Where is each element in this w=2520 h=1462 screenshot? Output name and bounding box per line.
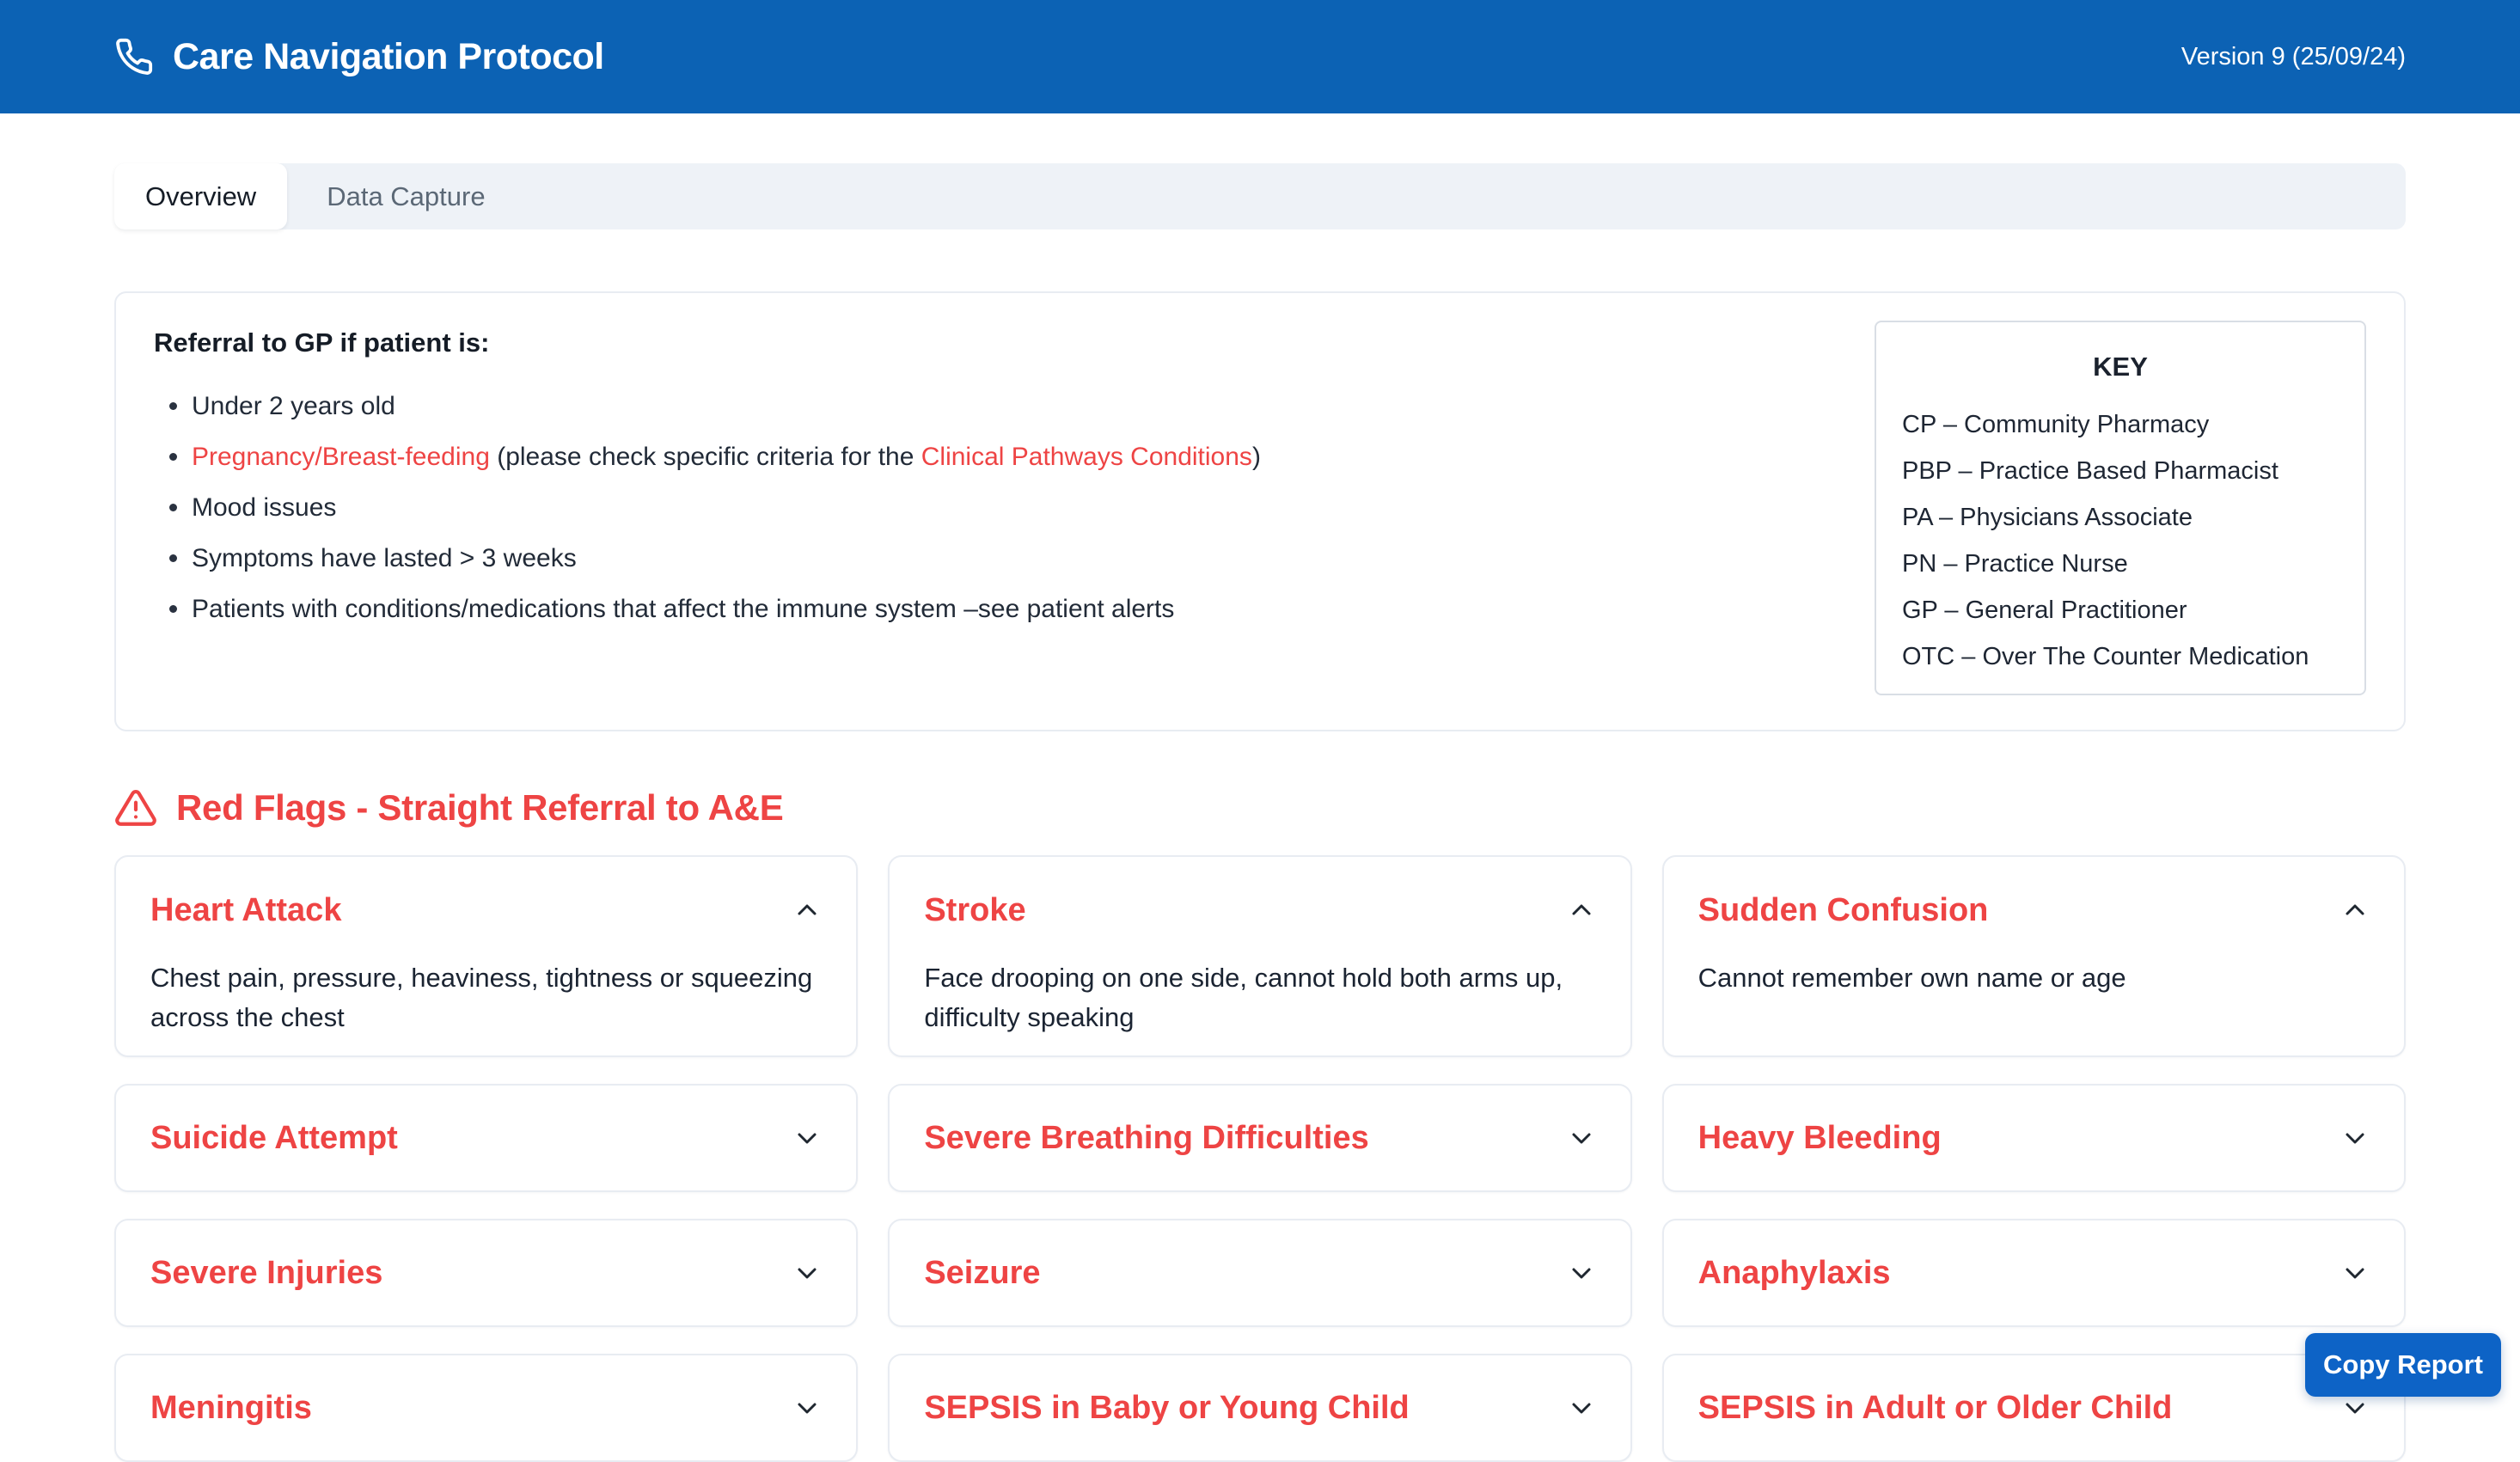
referral-item-text: Patients with conditions/medications tha… xyxy=(192,595,1174,623)
card-stroke: Stroke Face drooping on one side, cannot… xyxy=(888,855,1631,1057)
card-anaphylaxis: Anaphylaxis xyxy=(1662,1219,2406,1327)
card-title: Seizure xyxy=(924,1254,1040,1292)
red-flags-cards-grid: Heart Attack Chest pain, pressure, heavi… xyxy=(114,855,2406,1462)
tab-data-capture[interactable]: Data Capture xyxy=(287,163,524,229)
card-title: Sudden Confusion xyxy=(1698,891,1989,929)
card-body: Chest pain, pressure, heaviness, tightne… xyxy=(116,929,856,1037)
red-flags-heading: Red Flags - Straight Referral to A&E xyxy=(114,786,2406,829)
pregnancy-breastfeeding-text: Pregnancy/Breast-feeding xyxy=(192,443,490,471)
referral-item: Symptoms have lasted > 3 weeks xyxy=(154,541,1572,575)
key-item: GP – General Practitioner xyxy=(1902,597,2339,624)
chevron-up-icon[interactable] xyxy=(2340,896,2370,925)
card-meningitis-header[interactable]: Meningitis xyxy=(116,1355,856,1460)
card-sepsis-adult-older-child-header[interactable]: SEPSIS in Adult or Older Child xyxy=(1664,1355,2404,1460)
referral-item: Under 2 years old xyxy=(154,389,1572,423)
card-severe-injuries: Severe Injuries xyxy=(114,1219,858,1327)
card-title: Stroke xyxy=(924,891,1025,929)
card-seizure: Seizure xyxy=(888,1219,1631,1327)
card-stroke-header[interactable]: Stroke xyxy=(890,857,1630,929)
card-title: Severe Injuries xyxy=(150,1254,382,1292)
card-body: Cannot remember own name or age xyxy=(1664,929,2404,998)
referral-item: Patients with conditions/medications tha… xyxy=(154,592,1572,626)
page-title: Care Navigation Protocol xyxy=(173,36,604,78)
card-suicide-attempt-header[interactable]: Suicide Attempt xyxy=(116,1086,856,1190)
card-title: SEPSIS in Adult or Older Child xyxy=(1698,1389,2173,1427)
chevron-down-icon[interactable] xyxy=(1567,1393,1596,1422)
chevron-down-icon[interactable] xyxy=(2340,1123,2370,1153)
key-item: PN – Practice Nurse xyxy=(1902,551,2339,578)
card-anaphylaxis-header[interactable]: Anaphylaxis xyxy=(1664,1220,2404,1325)
card-heart-attack: Heart Attack Chest pain, pressure, heavi… xyxy=(114,855,858,1057)
chevron-down-icon[interactable] xyxy=(792,1393,822,1422)
chevron-down-icon[interactable] xyxy=(2340,1258,2370,1288)
chevron-up-icon[interactable] xyxy=(1567,896,1596,925)
referral-item-text: Symptoms have lasted > 3 weeks xyxy=(192,544,577,572)
card-severe-injuries-header[interactable]: Severe Injuries xyxy=(116,1220,856,1325)
card-severe-breathing-difficulties-header[interactable]: Severe Breathing Difficulties xyxy=(890,1086,1630,1190)
chevron-down-icon[interactable] xyxy=(2340,1393,2370,1422)
alert-triangle-icon xyxy=(114,786,157,829)
card-title: Severe Breathing Difficulties xyxy=(924,1119,1368,1157)
card-title: Heavy Bleeding xyxy=(1698,1119,1942,1157)
key-item: CP – Community Pharmacy xyxy=(1902,412,2339,438)
card-seizure-header[interactable]: Seizure xyxy=(890,1220,1630,1325)
card-meningitis: Meningitis xyxy=(114,1354,858,1462)
card-suicide-attempt: Suicide Attempt xyxy=(114,1084,858,1192)
referral-list: Under 2 years old Pregnancy/Breast-feedi… xyxy=(154,389,1572,626)
key-item: PBP – Practice Based Pharmacist xyxy=(1902,458,2339,485)
key-list: CP – Community Pharmacy PBP – Practice B… xyxy=(1902,412,2339,670)
card-title: Suicide Attempt xyxy=(150,1119,398,1157)
tab-overview[interactable]: Overview xyxy=(114,163,287,229)
card-title: SEPSIS in Baby or Young Child xyxy=(924,1389,1409,1427)
card-sudden-confusion: Sudden Confusion Cannot remember own nam… xyxy=(1662,855,2406,1057)
card-body: Face drooping on one side, cannot hold b… xyxy=(890,929,1630,1037)
chevron-up-icon[interactable] xyxy=(792,896,822,925)
key-title: KEY xyxy=(1902,352,2339,382)
card-heavy-bleeding-header[interactable]: Heavy Bleeding xyxy=(1664,1086,2404,1190)
card-sepsis-adult-older-child: SEPSIS in Adult or Older Child xyxy=(1662,1354,2406,1462)
key-panel: KEY CP – Community Pharmacy PBP – Practi… xyxy=(1875,321,2366,695)
clinical-pathways-link[interactable]: Clinical Pathways Conditions xyxy=(921,443,1252,471)
red-flags-title: Red Flags - Straight Referral to A&E xyxy=(176,787,783,829)
key-item: OTC – Over The Counter Medication xyxy=(1902,644,2339,670)
chevron-down-icon[interactable] xyxy=(792,1123,822,1153)
referral-item: Pregnancy/Breast-feeding (please check s… xyxy=(154,440,1572,474)
card-heavy-bleeding: Heavy Bleeding xyxy=(1662,1084,2406,1192)
card-sepsis-baby-young-child: SEPSIS in Baby or Young Child xyxy=(888,1354,1631,1462)
chevron-down-icon[interactable] xyxy=(792,1258,822,1288)
app-brand: Care Navigation Protocol xyxy=(114,36,2181,78)
chevron-down-icon[interactable] xyxy=(1567,1123,1596,1153)
card-title: Heart Attack xyxy=(150,891,341,929)
phone-icon xyxy=(114,37,154,76)
version-label: Version 9 (25/09/24) xyxy=(2181,43,2406,71)
referral-panel: Referral to GP if patient is: Under 2 ye… xyxy=(114,291,2406,731)
referral-item-text: Mood issues xyxy=(192,493,336,522)
card-sepsis-baby-young-child-header[interactable]: SEPSIS in Baby or Young Child xyxy=(890,1355,1630,1460)
key-item: PA – Physicians Associate xyxy=(1902,505,2339,531)
referral-item-text: ) xyxy=(1252,443,1261,471)
app-header: Care Navigation Protocol Version 9 (25/0… xyxy=(0,0,2520,113)
card-title: Anaphylaxis xyxy=(1698,1254,1891,1292)
tab-bar: Overview Data Capture xyxy=(114,163,2406,229)
copy-report-button[interactable]: Copy Report xyxy=(2305,1333,2501,1397)
card-heart-attack-header[interactable]: Heart Attack xyxy=(116,857,856,929)
referral-item-text: Under 2 years old xyxy=(192,392,395,420)
referral-item-text: (please check specific criteria for the xyxy=(490,443,921,471)
referral-item: Mood issues xyxy=(154,491,1572,524)
card-severe-breathing-difficulties: Severe Breathing Difficulties xyxy=(888,1084,1631,1192)
card-title: Meningitis xyxy=(150,1389,312,1427)
chevron-down-icon[interactable] xyxy=(1567,1258,1596,1288)
card-sudden-confusion-header[interactable]: Sudden Confusion xyxy=(1664,857,2404,929)
